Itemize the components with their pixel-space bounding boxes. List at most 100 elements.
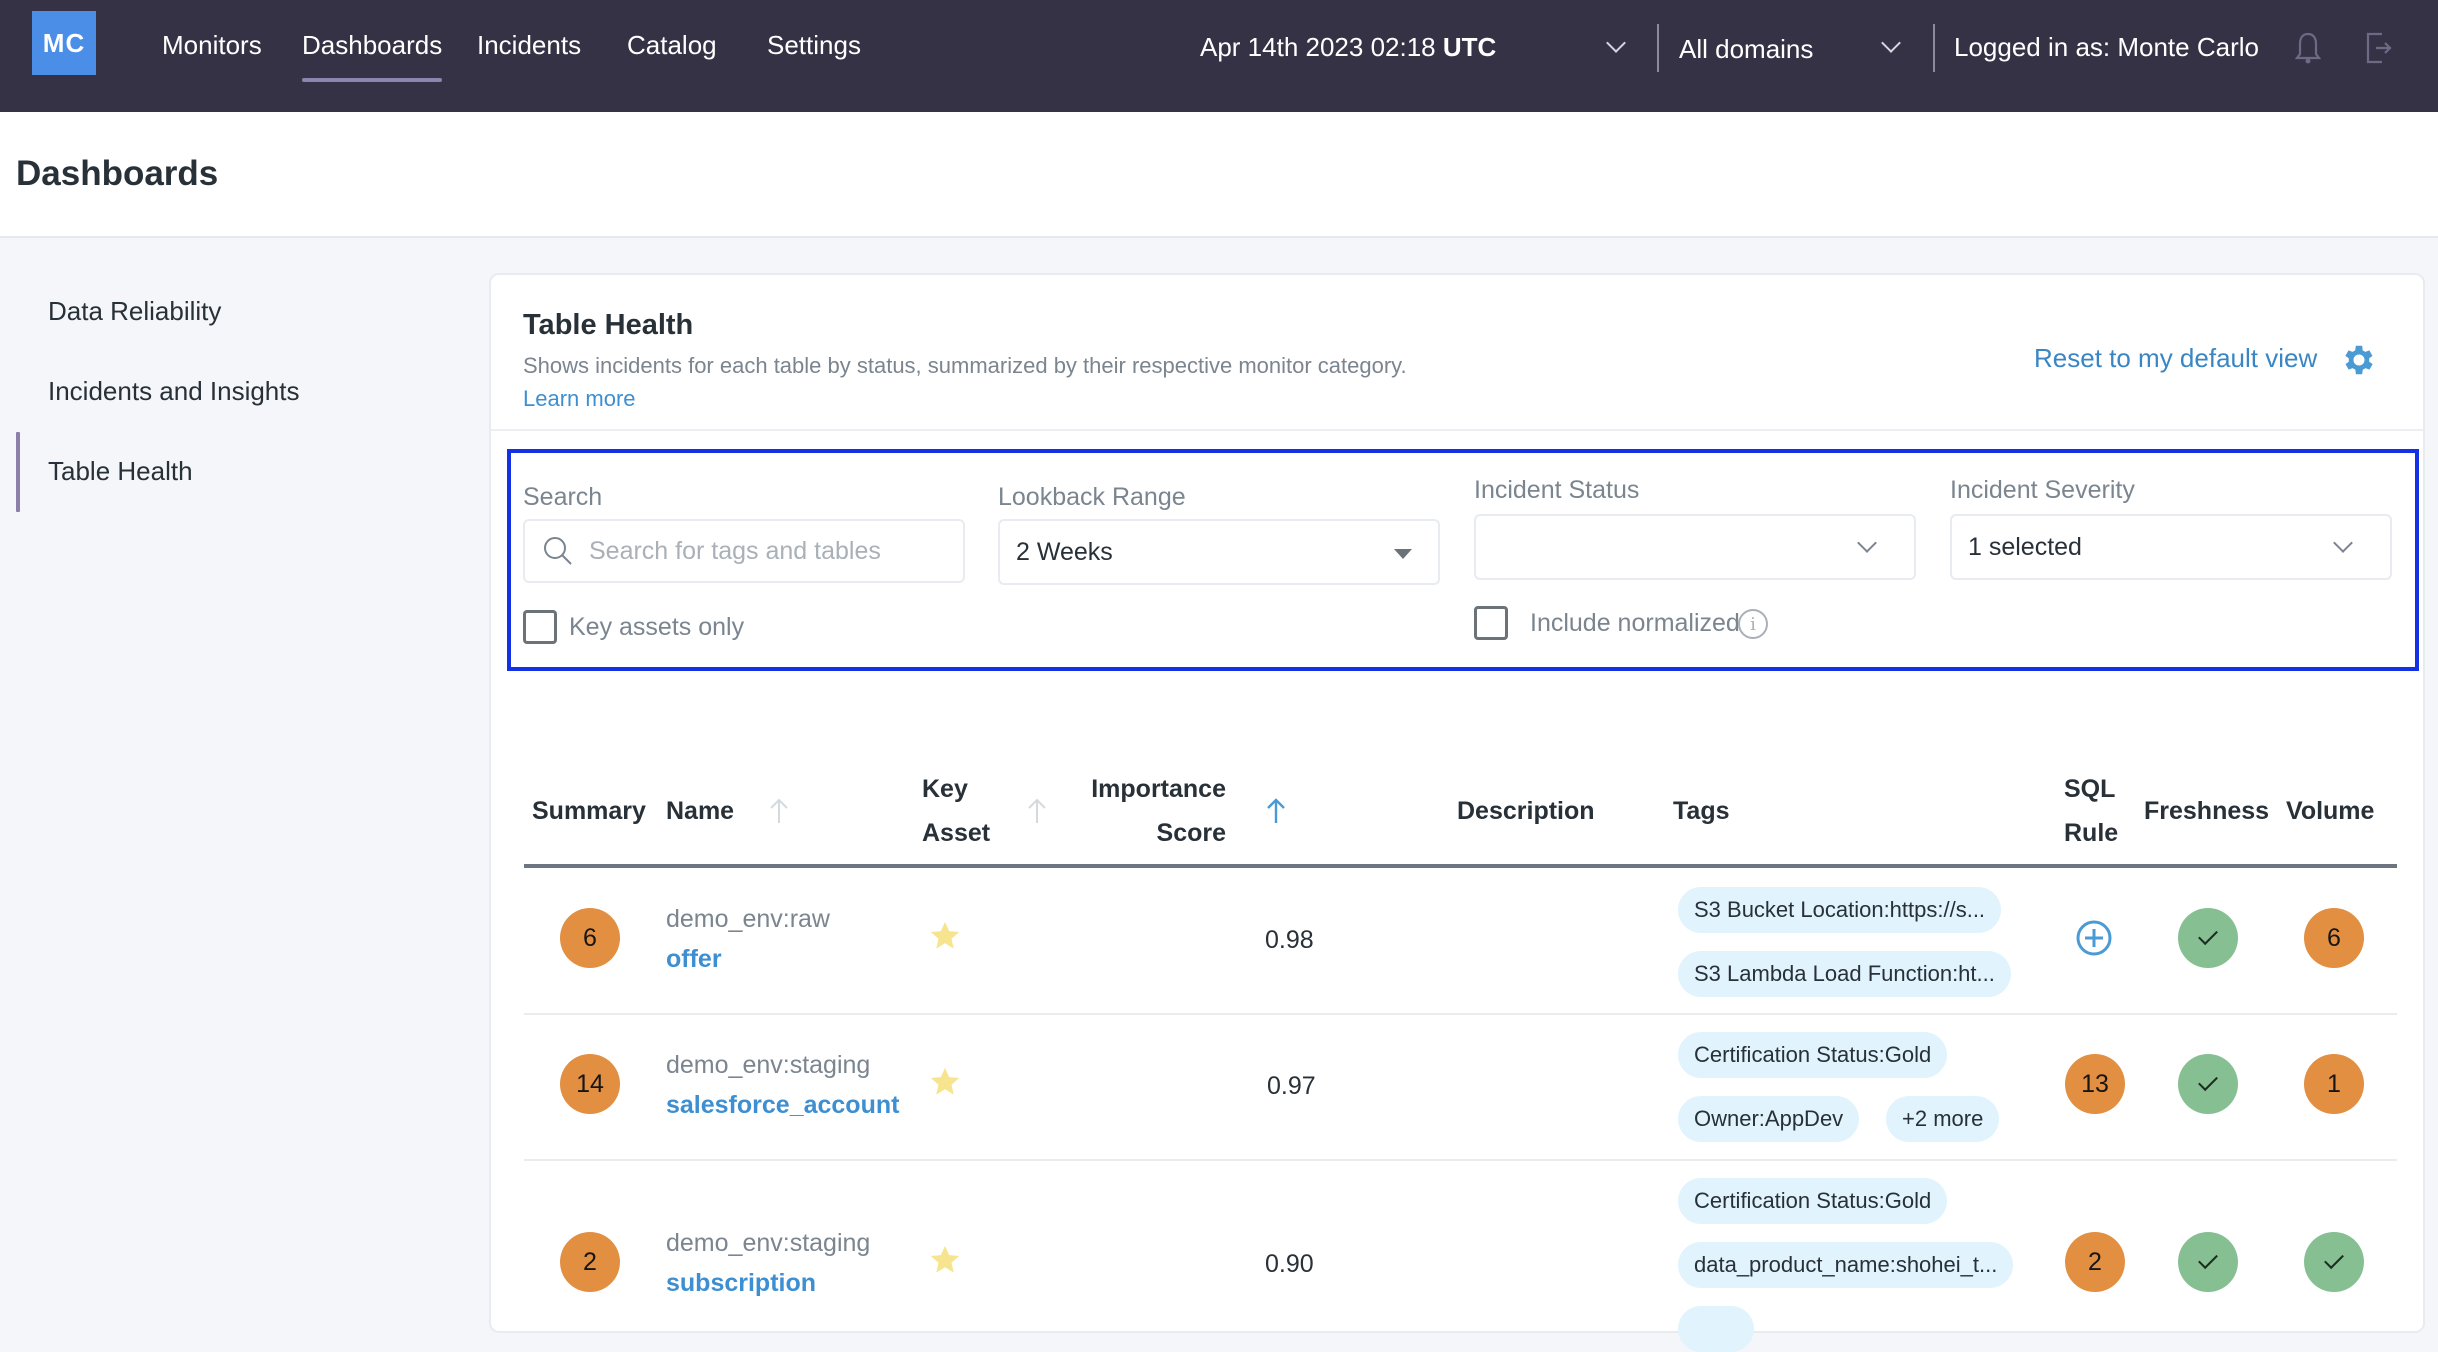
- volume-badge[interactable]: 1: [2304, 1054, 2364, 1114]
- col-volume[interactable]: Volume: [2286, 789, 2374, 833]
- lookback-range-value: 2 Weeks: [1016, 537, 1113, 566]
- logout-icon[interactable]: [2362, 30, 2394, 66]
- table-header-divider: [524, 864, 2397, 868]
- learn-more-link[interactable]: Learn more: [523, 386, 636, 411]
- search-icon: [544, 537, 572, 565]
- nav-dashboards[interactable]: Dashboards: [302, 30, 443, 82]
- table-name-link[interactable]: salesforce_account: [666, 1091, 899, 1120]
- col-sql-rule[interactable]: SQL Rule: [2064, 767, 2118, 855]
- table-name-link[interactable]: offer: [666, 945, 722, 974]
- domain-selector[interactable]: All domains: [1679, 34, 1813, 65]
- col-name[interactable]: Name: [666, 789, 734, 833]
- sidebar-item-data-reliability[interactable]: Data Reliability: [48, 296, 221, 327]
- incident-status-label: Incident Status: [1474, 476, 1640, 504]
- tag-chip[interactable]: S3 Lambda Load Function:ht...: [1678, 951, 2011, 997]
- nav-incidents[interactable]: Incidents: [477, 30, 581, 82]
- col-description[interactable]: Description: [1457, 789, 1595, 833]
- volume-badge[interactable]: 6: [2304, 908, 2364, 968]
- freshness-ok-badge[interactable]: [2178, 908, 2238, 968]
- check-icon: [2324, 1249, 2344, 1270]
- logged-in-user: Logged in as: Monte Carlo: [1954, 32, 2259, 62]
- col-sql-line1: SQL: [2064, 775, 2116, 803]
- sql-rule-badge[interactable]: 13: [2065, 1054, 2125, 1114]
- importance-score: 0.97: [1267, 1072, 1316, 1100]
- filters-panel: Search Search for tags and tables Key as…: [507, 449, 2419, 671]
- col-key-asset-line1: Key: [922, 775, 968, 803]
- include-normalized-checkbox[interactable]: [1474, 606, 1508, 640]
- incident-status-select[interactable]: [1474, 514, 1916, 580]
- volume-ok-badge[interactable]: [2304, 1232, 2364, 1292]
- timezone: UTC: [1442, 32, 1497, 62]
- col-sql-line2: Rule: [2064, 819, 2119, 847]
- tag-chip-partial[interactable]: [1678, 1306, 1754, 1352]
- sidebar-item-incidents-and-insights[interactable]: Incidents and Insights: [48, 376, 300, 407]
- sort-key-asset-arrow-icon[interactable]: [1027, 797, 1047, 825]
- sql-rule-badge[interactable]: 2: [2065, 1232, 2125, 1292]
- date-chevron-down-icon[interactable]: [1606, 33, 1626, 53]
- caret-down-icon: [1394, 549, 1412, 559]
- key-asset-star-icon[interactable]: [928, 1243, 962, 1277]
- col-summary[interactable]: Summary: [532, 789, 646, 833]
- row-divider: [524, 1013, 2397, 1015]
- table-name-link[interactable]: subscription: [666, 1269, 816, 1298]
- search-input[interactable]: Search for tags and tables: [523, 519, 965, 583]
- summary-badge[interactable]: 14: [560, 1054, 620, 1114]
- row-divider: [524, 1159, 2397, 1161]
- sidebar-active-indicator: [16, 432, 20, 512]
- freshness-ok-badge[interactable]: [2178, 1232, 2238, 1292]
- lookback-range-label: Lookback Range: [998, 483, 1186, 511]
- freshness-ok-badge[interactable]: [2178, 1054, 2238, 1114]
- col-key-asset[interactable]: Key Asset: [922, 767, 990, 855]
- card-description: Shows incidents for each table by status…: [523, 349, 1463, 415]
- gear-icon[interactable]: [2340, 341, 2378, 379]
- incident-severity-select[interactable]: 1 selected: [1950, 514, 2392, 580]
- incident-severity-label: Incident Severity: [1950, 476, 2135, 504]
- nav-catalog[interactable]: Catalog: [627, 30, 717, 82]
- col-tags[interactable]: Tags: [1673, 789, 1730, 833]
- search-label: Search: [523, 483, 603, 511]
- logo[interactable]: MC: [32, 11, 96, 75]
- tag-chip[interactable]: Certification Status:Gold: [1678, 1032, 1948, 1078]
- sort-name-arrow-icon[interactable]: [769, 797, 789, 825]
- reset-default-view-link[interactable]: Reset to my default view: [2034, 343, 2317, 374]
- date-value: Apr 14th 2023 02:18: [1200, 32, 1436, 62]
- top-nav-bar: MC Monitors Dashboards Incidents Catalog…: [0, 0, 2438, 112]
- bell-icon[interactable]: [2292, 30, 2324, 66]
- date-picker[interactable]: Apr 14th 2023 02:18 UTC: [1200, 32, 1496, 63]
- table-namespace: demo_env:staging: [666, 1051, 871, 1079]
- importance-score: 0.98: [1265, 926, 1314, 954]
- table-namespace: demo_env:raw: [666, 905, 830, 933]
- tag-chip[interactable]: data_product_name:shohei_t...: [1678, 1242, 2014, 1288]
- sidebar-item-table-health[interactable]: Table Health: [48, 456, 193, 487]
- incident-severity-value: 1 selected: [1968, 532, 2082, 561]
- key-assets-only-label: Key assets only: [569, 613, 745, 641]
- more-tags-chip[interactable]: +2 more: [1886, 1096, 2000, 1142]
- check-icon: [2198, 1249, 2218, 1270]
- info-icon[interactable]: i: [1738, 609, 1768, 639]
- summary-badge[interactable]: 6: [560, 908, 620, 968]
- lookback-range-select[interactable]: 2 Weeks: [998, 519, 1440, 585]
- col-importance-score[interactable]: Importance Score: [1081, 767, 1226, 855]
- importance-score: 0.90: [1265, 1250, 1314, 1278]
- include-normalized-label: Include normalized: [1530, 609, 1740, 637]
- nav-settings[interactable]: Settings: [767, 30, 861, 82]
- table-namespace: demo_env:staging: [666, 1229, 871, 1257]
- nav-monitors[interactable]: Monitors: [162, 30, 262, 82]
- key-asset-star-icon[interactable]: [928, 1065, 962, 1099]
- card-divider: [491, 429, 2423, 431]
- col-freshness[interactable]: Freshness: [2144, 789, 2269, 833]
- card-title: Table Health: [523, 309, 694, 341]
- key-assets-only-checkbox[interactable]: [523, 610, 557, 644]
- col-key-asset-line2: Asset: [922, 819, 991, 847]
- summary-badge[interactable]: 2: [560, 1232, 620, 1292]
- col-importance-line2: Score: [1156, 819, 1226, 847]
- tag-chip[interactable]: Owner:AppDev: [1678, 1096, 1860, 1142]
- tag-chip[interactable]: Certification Status:Gold: [1678, 1178, 1948, 1224]
- add-sql-rule-icon[interactable]: [2075, 919, 2113, 957]
- check-icon: [2198, 1071, 2218, 1092]
- header-divider: [1657, 24, 1659, 72]
- sort-importance-arrow-icon[interactable]: [1266, 797, 1286, 825]
- key-asset-star-icon[interactable]: [928, 919, 962, 953]
- tag-chip[interactable]: S3 Bucket Location:https://s...: [1678, 887, 2002, 933]
- domain-chevron-down-icon[interactable]: [1881, 33, 1901, 53]
